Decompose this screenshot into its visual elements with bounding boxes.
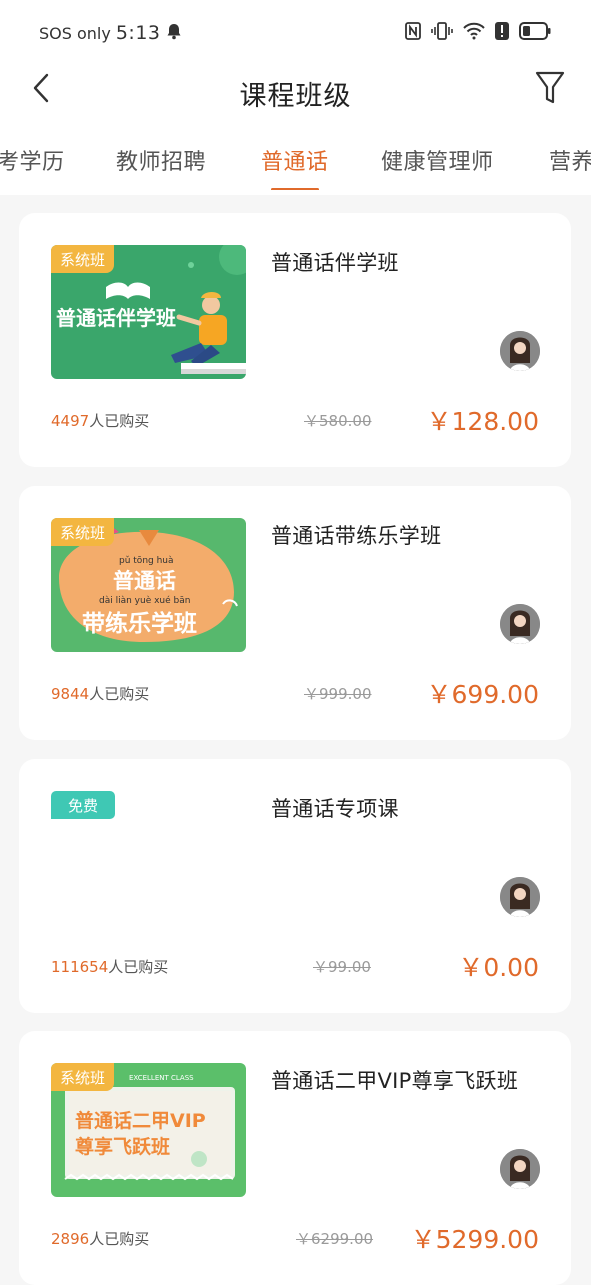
teacher-avatar[interactable] — [500, 1149, 540, 1189]
course-card[interactable]: 免费 普通话专项课 111654人已购买 ￥99.00 ￥0.00 — [19, 759, 571, 1013]
clock-time: 5:13 — [115, 22, 161, 44]
nfc-icon — [405, 22, 421, 44]
course-thumbnail: 系统班 pǔ tōng huà 普通话 dài liàn yuè xué bān… — [51, 518, 246, 652]
vibrate-icon — [431, 22, 453, 44]
original-price: ￥99.00 — [313, 958, 371, 976]
current-price: ￥5299.00 — [410, 1225, 539, 1254]
filter-icon — [535, 71, 565, 109]
buyers-count: 9844人已购买 — [51, 685, 150, 703]
course-thumbnail: 系统班 普通话伴学班 — [51, 245, 246, 379]
carrier-text: SOS only — [39, 23, 111, 43]
page-title: 课程班级 — [239, 81, 352, 112]
buyers-count: 2896人已购买 — [51, 1230, 150, 1248]
wifi-icon — [463, 22, 485, 44]
alert-icon — [495, 22, 509, 44]
thumbnail-title: 普通话 — [113, 569, 176, 593]
thumbnail-header: EXCELLENT CLASS — [129, 1074, 194, 1082]
tab-nutrition[interactable]: 营养 — [549, 144, 591, 176]
thumbnail-title: 普通话二甲VIP — [75, 1110, 206, 1132]
original-price: ￥580.00 — [304, 412, 372, 430]
buyers-count: 4497人已购买 — [51, 412, 150, 430]
status-right — [405, 22, 551, 44]
course-card[interactable]: 系统班 pǔ tōng huà 普通话 dài liàn yuè xué bān… — [19, 486, 571, 740]
active-tab-indicator — [271, 188, 319, 190]
buyers-count: 111654人已购买 — [51, 958, 169, 976]
course-thumbnail: 系统班 EXCELLENT CLASS 普通话二甲VIP 尊享飞跃班 — [51, 1063, 246, 1197]
tab-teacher-recruitment[interactable]: 教师招聘 — [116, 144, 206, 176]
course-card[interactable]: 系统班 普通话伴学班 普通话伴学班 4497人已购买 ￥580.00 ￥128.… — [19, 213, 571, 467]
course-title: 普通话专项课 — [271, 797, 399, 821]
battery-icon — [519, 22, 551, 44]
course-badge: 系统班 — [51, 1063, 115, 1091]
current-price: ￥0.00 — [458, 953, 539, 982]
teacher-avatar[interactable] — [500, 331, 540, 371]
original-price: ￥6299.00 — [296, 1230, 374, 1248]
teacher-avatar[interactable] — [500, 877, 540, 917]
filter-button[interactable] — [533, 71, 567, 109]
bell-icon — [166, 23, 182, 44]
category-tabs: 考学历 教师招聘 普通话 健康管理师 营养 — [0, 130, 591, 190]
nav-bar: 课程班级 — [0, 62, 591, 122]
course-card[interactable]: 系统班 EXCELLENT CLASS 普通话二甲VIP 尊享飞跃班 普通话二甲… — [19, 1031, 571, 1285]
current-price: ￥128.00 — [426, 407, 539, 436]
status-bar: SOS only 5:13 — [0, 0, 591, 66]
course-title: 普通话二甲VIP尊享飞跃班 — [271, 1069, 519, 1093]
thumbnail-title: 普通话伴学班 — [56, 306, 176, 330]
teacher-avatar[interactable] — [500, 604, 540, 644]
tab-education[interactable]: 考学历 — [0, 144, 65, 176]
original-price: ￥999.00 — [304, 685, 372, 703]
current-price: ￥699.00 — [426, 680, 539, 709]
course-title: 普通话伴学班 — [271, 251, 399, 275]
thumbnail-subtitle: 尊享飞跃班 — [75, 1136, 171, 1158]
tab-putonghua[interactable]: 普通话 — [261, 144, 329, 176]
tab-health-manager[interactable]: 健康管理师 — [381, 144, 494, 176]
status-left: SOS only 5:13 — [39, 22, 182, 44]
thumbnail-subtitle: 带练乐学班 — [82, 611, 197, 637]
course-badge: 免费 — [51, 791, 116, 819]
top-bar: SOS only 5:13 课程班级 考学历 教师招聘 普通话 健康管理师 营养 — [0, 0, 591, 195]
course-badge: 系统班 — [51, 518, 115, 546]
course-title: 普通话带练乐学班 — [271, 524, 442, 548]
course-badge: 系统班 — [51, 245, 115, 273]
